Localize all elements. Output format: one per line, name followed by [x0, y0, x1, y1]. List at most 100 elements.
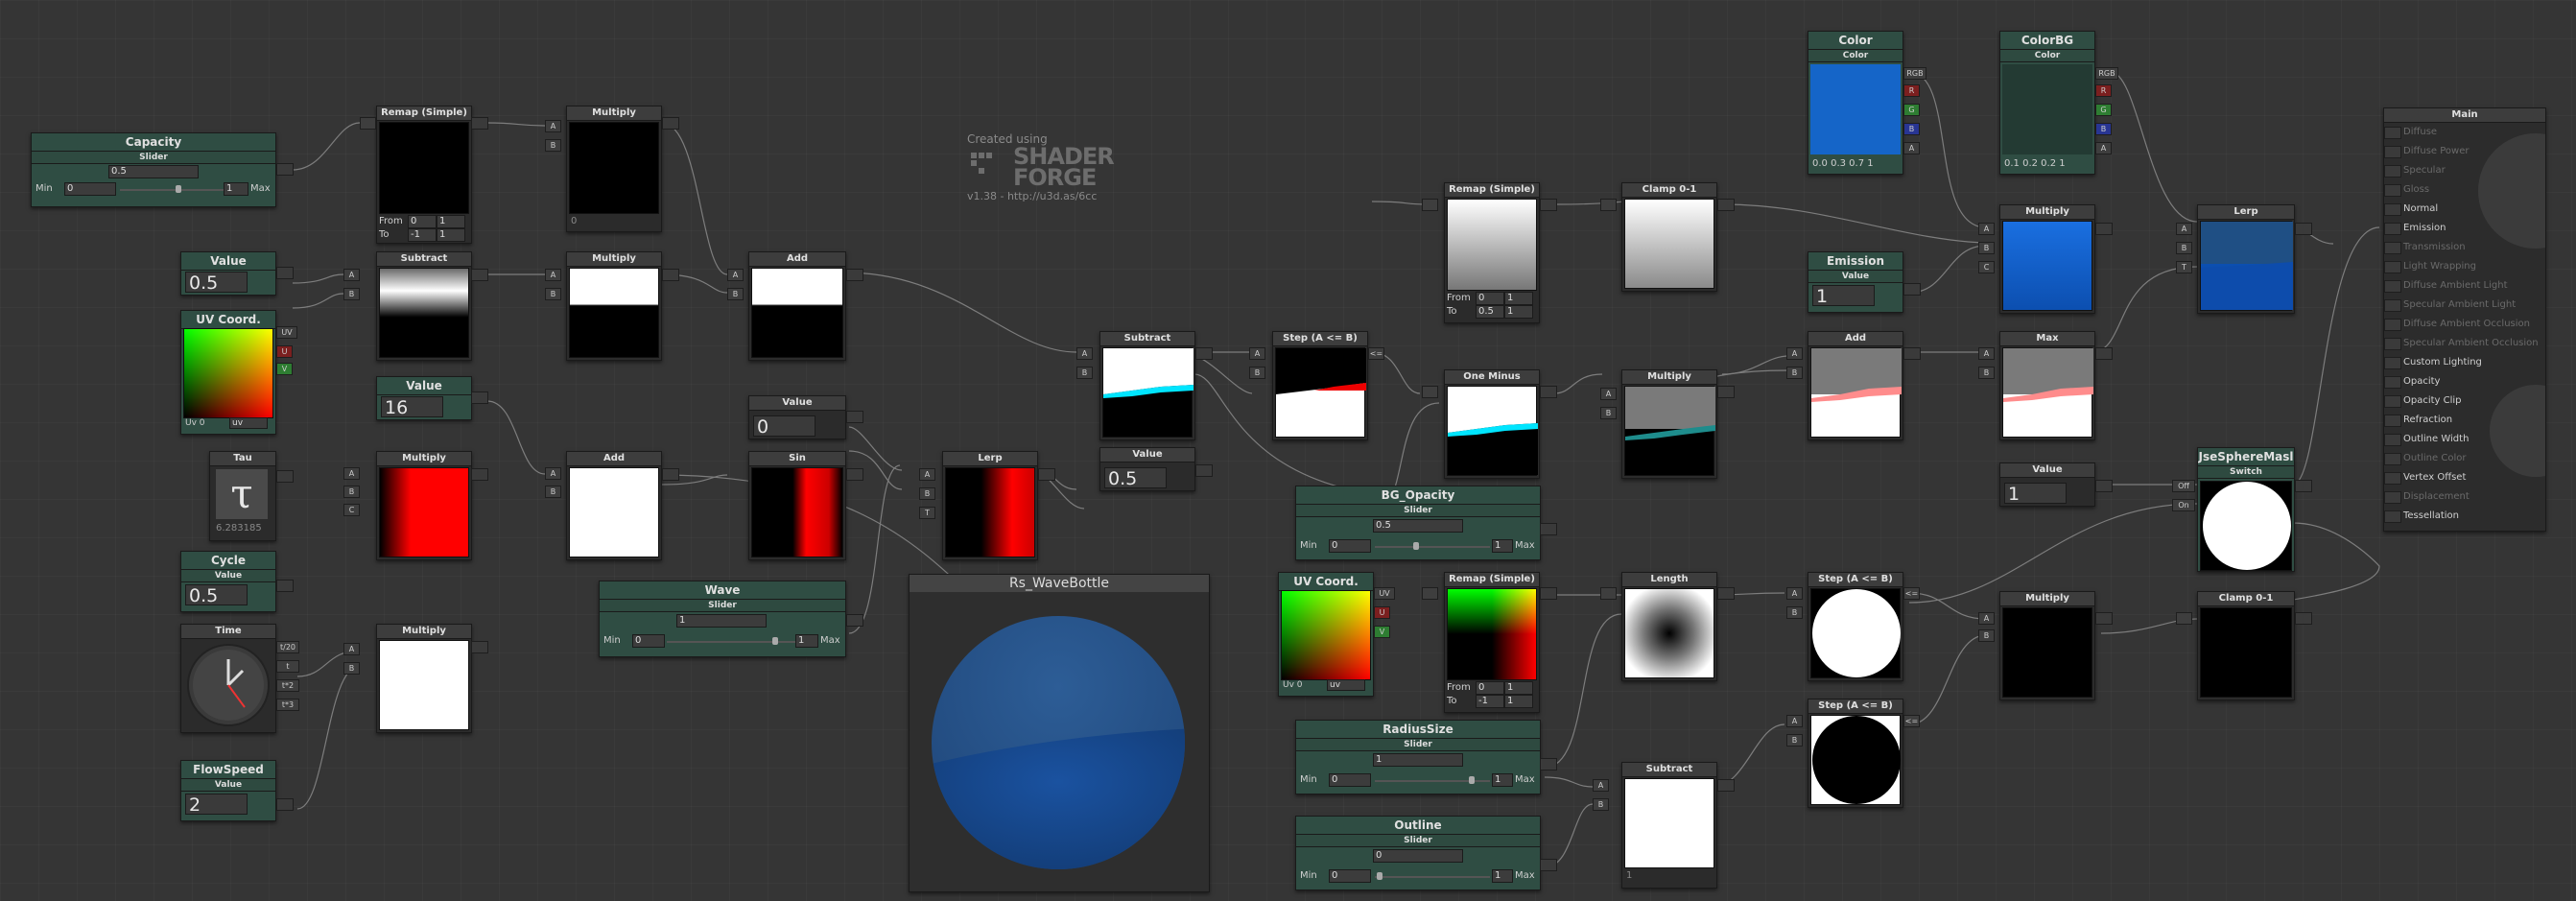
port-a[interactable]: A — [1978, 223, 1995, 235]
remap-simple-node[interactable]: Remap (Simple) From 0 1 To -1 1 — [376, 106, 472, 244]
slider-value-field[interactable]: 0 — [1373, 849, 1463, 863]
main-input-row[interactable]: Diffuse Ambient Light — [2384, 277, 2508, 295]
multiply-node[interactable]: Multiply — [1999, 591, 2095, 700]
add-node[interactable]: Add — [566, 451, 662, 560]
subtract-node[interactable]: Subtract — [376, 251, 472, 361]
multiply-node[interactable]: Multiply — [566, 251, 662, 361]
port-a[interactable]: A — [1600, 388, 1617, 400]
add-node[interactable]: Add — [748, 251, 846, 361]
port-off[interactable]: Off — [2172, 480, 2195, 492]
out-a[interactable]: A — [2095, 142, 2112, 154]
multiply-node[interactable]: Multiply — [376, 624, 472, 733]
main-input-row[interactable]: Opacity — [2384, 373, 2440, 391]
step-node[interactable]: Step (A <= B) — [1808, 699, 1903, 808]
port-b[interactable]: B — [1076, 367, 1093, 379]
main-output-node[interactable]: Main Diffuse Diffuse Power Specular Gloss No… — [2383, 107, 2546, 532]
from-b-field[interactable]: 1 — [1504, 292, 1533, 305]
slider-value-field[interactable]: 0.5 — [108, 165, 199, 178]
input-port[interactable] — [2384, 203, 2401, 216]
input-port[interactable] — [2384, 357, 2401, 369]
port-b[interactable]: B — [545, 139, 561, 152]
output-port[interactable] — [846, 411, 863, 423]
output-port[interactable] — [2295, 223, 2312, 235]
input-port[interactable] — [2176, 612, 2192, 625]
port-a[interactable]: A — [343, 467, 360, 480]
uv-select[interactable]: uv — [229, 417, 268, 429]
port-t[interactable]: T — [2176, 261, 2192, 273]
main-input-row[interactable]: Specular Ambient Light — [2384, 296, 2516, 314]
capacity-slider-node[interactable]: Capacity Slider 0.5 Min 0 1 Max — [31, 132, 276, 207]
port-a[interactable]: A — [545, 467, 561, 480]
value-node[interactable]: Value 0 — [748, 395, 846, 439]
output-port[interactable] — [276, 267, 294, 279]
out-u[interactable]: U — [276, 345, 293, 358]
from-b-field[interactable]: 1 — [1504, 681, 1533, 695]
from-a-field[interactable]: 0 — [408, 215, 437, 228]
color-swatch[interactable] — [2002, 64, 2092, 154]
port-b[interactable]: B — [1593, 798, 1609, 811]
output-port[interactable] — [1038, 468, 1055, 481]
value-field[interactable]: 0 — [753, 415, 815, 438]
slider-track[interactable] — [667, 641, 811, 643]
slider-knob[interactable] — [1377, 872, 1383, 880]
to-b-field[interactable]: 1 — [1504, 695, 1533, 708]
port-b[interactable]: B — [545, 288, 561, 300]
port-b[interactable]: B — [727, 288, 744, 300]
out-g[interactable]: G — [2095, 104, 2112, 116]
color-swatch[interactable] — [1810, 64, 1901, 154]
output-port[interactable] — [1540, 859, 1557, 871]
add-node[interactable]: Add — [1808, 331, 1903, 440]
remap-simple-node[interactable]: Remap (Simple) From 0 1 To -1 1 — [1444, 572, 1540, 713]
out-t[interactable]: t — [276, 660, 299, 673]
clamp-node[interactable]: Clamp 0-1 — [1621, 182, 1717, 292]
port-b[interactable]: B — [1786, 606, 1803, 619]
to-b-field[interactable]: 1 — [1504, 305, 1533, 319]
output-port[interactable] — [1903, 283, 1921, 296]
port-c[interactable]: C — [343, 504, 360, 516]
input-port[interactable] — [2384, 491, 2401, 504]
output-port[interactable] — [2295, 612, 2312, 625]
port-a[interactable]: A — [727, 269, 744, 281]
max-field[interactable]: 1 — [224, 182, 248, 196]
to-a-field[interactable]: 0.5 — [1476, 305, 1504, 319]
min-field[interactable]: 0 — [64, 182, 116, 196]
port-a[interactable]: A — [1249, 347, 1265, 360]
value-field[interactable]: 0.5 — [185, 272, 248, 294]
main-input-row[interactable]: Outline Color — [2384, 450, 2466, 467]
port-a[interactable]: A — [1076, 347, 1093, 360]
input-port[interactable] — [2384, 184, 2401, 197]
port-a[interactable]: A — [1978, 347, 1995, 360]
output-port[interactable] — [1195, 347, 1213, 360]
color-node[interactable]: Color Color 0.0 0.3 0.7 1 — [1808, 31, 1903, 175]
to-a-field[interactable]: -1 — [408, 228, 437, 242]
input-port[interactable] — [2384, 223, 2401, 235]
port-a[interactable]: A — [545, 120, 561, 132]
port-b[interactable]: B — [2176, 242, 2192, 254]
output-port[interactable] — [1540, 386, 1557, 398]
out-t3[interactable]: t*3 — [276, 699, 299, 711]
from-a-field[interactable]: 0 — [1476, 292, 1504, 305]
output-port[interactable] — [1903, 347, 1921, 360]
output-port[interactable] — [1540, 587, 1557, 600]
main-input-row[interactable]: Specular Ambient Occlusion — [2384, 335, 2539, 352]
port-a[interactable]: A — [2176, 223, 2192, 235]
port-a[interactable]: A — [1786, 587, 1803, 600]
output-port[interactable] — [662, 468, 679, 481]
out-t20[interactable]: t/20 — [276, 641, 299, 653]
main-input-row[interactable]: Diffuse Power — [2384, 143, 2469, 160]
main-input-row[interactable]: Specular — [2384, 162, 2446, 179]
uv-select[interactable]: uv — [1327, 679, 1365, 691]
cycle-value-node[interactable]: Cycle Value 0.5 — [180, 551, 276, 612]
main-input-row[interactable]: Gloss — [2384, 181, 2429, 199]
input-port[interactable] — [2384, 434, 2401, 446]
main-input-row[interactable]: Displacement — [2384, 488, 2470, 506]
max-field[interactable]: 1 — [1492, 773, 1513, 787]
value-node[interactable]: Value 16 — [376, 376, 472, 420]
bg-opacity-slider-node[interactable]: BG_Opacity Slider 0.5 Min 0 1 Max — [1295, 486, 1541, 560]
output-port[interactable] — [1540, 523, 1557, 535]
port-b[interactable]: B — [1249, 367, 1265, 379]
output-port[interactable] — [471, 391, 488, 404]
output-port[interactable] — [846, 468, 863, 481]
lerp-node[interactable]: Lerp — [2197, 204, 2295, 314]
subtract-node[interactable]: Subtract — [1099, 331, 1195, 440]
